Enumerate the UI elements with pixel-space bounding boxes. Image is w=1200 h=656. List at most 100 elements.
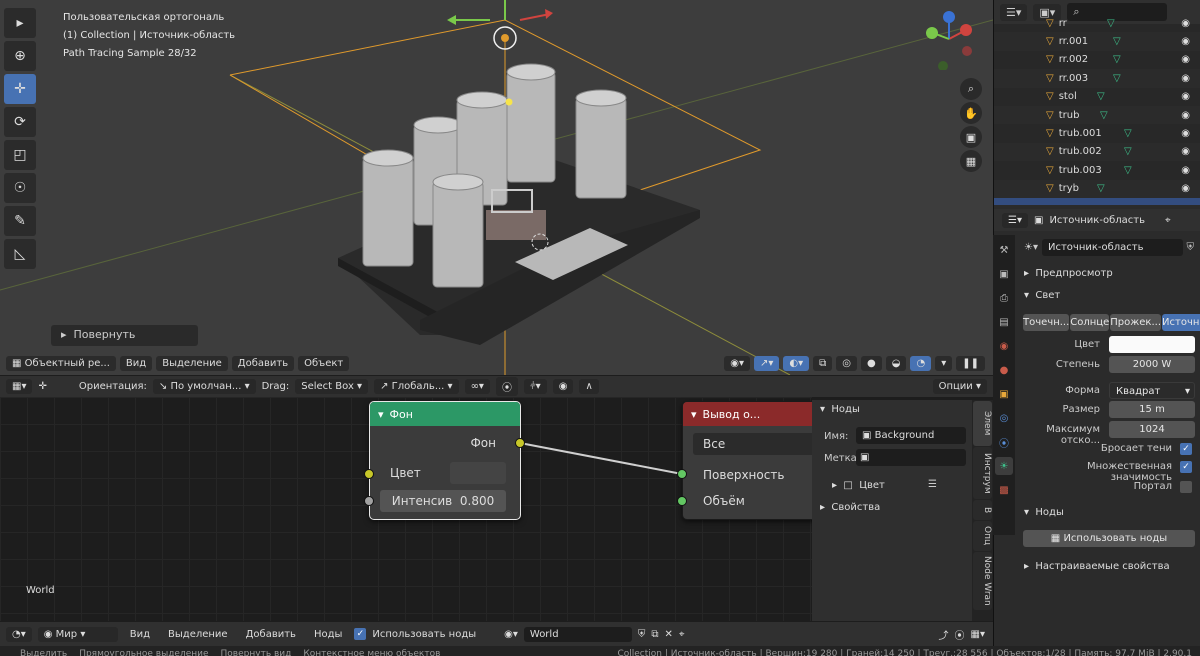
menu-select[interactable]: Выделение [156, 356, 228, 371]
light-type-point[interactable]: Точечн... [1023, 314, 1070, 331]
camera-icon[interactable]: ▣ [960, 126, 982, 148]
menu-add[interactable]: Добавить [231, 356, 295, 371]
light-name-field[interactable]: Источник-область [1041, 238, 1183, 256]
visibility-eye-icon[interactable]: ◉ [1181, 91, 1190, 102]
background-output-socket[interactable] [515, 438, 525, 448]
light-data-tab-icon[interactable]: ☀ [995, 457, 1013, 475]
node-editor-canvas[interactable]: ▾ Фон Фон Цвет Интенсив 0.800 ▾ Вывод о.… [0, 397, 812, 621]
orientation-dropdown[interactable]: ↘ По умолчан... ▾ [152, 379, 256, 394]
outliner-item[interactable]: ▽ trub.002 ▽ ◉ [994, 142, 1200, 162]
redo-panel[interactable]: ▸ Повернуть [51, 325, 198, 346]
menu-node[interactable]: Ноды [308, 627, 348, 642]
menu-object[interactable]: Объект [298, 356, 350, 371]
surface-input-socket[interactable] [677, 469, 687, 479]
pan-hand-icon[interactable]: ✋ [960, 102, 982, 124]
light-type-spot[interactable]: Прожек... [1110, 314, 1162, 331]
pivot-dropdown[interactable]: ↗ Глобаль... ▾ [374, 379, 459, 394]
zoom-icon[interactable]: ⌕ [960, 78, 982, 100]
shading-material-icon[interactable]: ◒ [885, 356, 907, 371]
color-subpanel[interactable]: ▸ □ Цвет [832, 480, 885, 491]
menu-select[interactable]: Выделение [162, 627, 234, 642]
annotate-icon[interactable]: ✎ [4, 206, 36, 236]
object-tab-icon[interactable]: ▣ [995, 385, 1013, 403]
strength-input-socket[interactable] [364, 496, 374, 506]
light-type-sun[interactable]: Солнце [1070, 314, 1110, 331]
outliner-item[interactable]: ▽ tryb ▽ ◉ [994, 179, 1200, 198]
outliner-item[interactable]: ▽ rr.003 ▽ ◉ [994, 69, 1200, 88]
mode-dropdown[interactable]: ▦ Объектный ре... [6, 356, 116, 371]
world-tab-icon[interactable]: ● [995, 361, 1013, 379]
visibility-eye-icon[interactable]: ◉ [1181, 183, 1190, 194]
grid-icon[interactable]: ▦ [960, 150, 982, 172]
proportional-icon[interactable]: ◉ [552, 379, 574, 394]
pin-icon[interactable]: ⌖ [1165, 215, 1171, 226]
outliner-item[interactable]: ▽ rr.002 ▽ ◉ [994, 51, 1200, 69]
world-output-node[interactable]: ▾ Вывод о... Все Поверхность Объём [682, 401, 812, 520]
shading-solid-icon[interactable]: ● [861, 356, 882, 371]
size-field[interactable]: 15 m [1109, 401, 1195, 418]
tab-item[interactable]: Элем [973, 401, 992, 446]
shading-dropdown-icon[interactable]: ▾ [935, 356, 953, 371]
background-node[interactable]: ▾ Фон Фон Цвет Интенсив 0.800 [369, 401, 521, 520]
outliner-item[interactable]: ▽ stol ▽ ◉ [994, 88, 1200, 106]
visibility-eye-icon[interactable]: ◉ [1181, 128, 1190, 139]
scale-icon[interactable]: ◰ [4, 140, 36, 170]
output-tab-icon[interactable]: ⎙ [995, 289, 1013, 307]
light-type-area[interactable]: Источн... [1162, 314, 1200, 331]
max-bounces-field[interactable]: 1024 [1109, 421, 1195, 438]
move-tool-icon[interactable]: ✛ [38, 381, 46, 392]
volume-input-socket[interactable] [677, 496, 687, 506]
shape-dropdown[interactable]: Квадрат ▾ [1109, 382, 1195, 399]
light-color-swatch[interactable] [1109, 336, 1195, 353]
visibility-eye-icon[interactable]: ◉ [1181, 73, 1190, 84]
3d-viewport[interactable]: Пользовательская ортогональ (1) Collecti… [0, 0, 993, 375]
editor-type-icon[interactable]: ◔▾ [6, 626, 32, 642]
measure-icon[interactable]: ◺ [4, 239, 36, 269]
node-label-field[interactable]: ▣ [856, 449, 966, 466]
color-swatch[interactable] [450, 462, 506, 484]
list-icon[interactable]: ☰ [928, 479, 937, 490]
custom-properties-section[interactable]: ▸ Настраиваемые свойства [1024, 561, 1170, 572]
light-section[interactable]: ▾ Свет [1024, 290, 1060, 301]
preview-section[interactable]: ▸ Предпросмотр [1024, 268, 1113, 279]
tool-tab-icon[interactable]: ⚒ [995, 241, 1013, 259]
outliner-item[interactable]: ▽ rr.001 ▽ ◉ [994, 32, 1200, 51]
snap-target-icon[interactable]: ⫩▾ [523, 379, 547, 394]
tab-view[interactable]: В [973, 500, 992, 520]
unlink-icon[interactable]: ✕ [665, 629, 673, 640]
link-icon[interactable]: ∞▾ [464, 379, 490, 394]
texture-tab-icon[interactable]: ▩ [995, 481, 1013, 499]
falloff-icon[interactable]: ∧ [579, 379, 599, 394]
power-field[interactable]: 2000 W [1109, 356, 1195, 373]
xray-icon[interactable]: ⧉ [813, 356, 833, 371]
visibility-eye-icon[interactable]: ◉ [1181, 110, 1190, 121]
constraints-tab-icon[interactable]: ⦿ [995, 433, 1013, 451]
portal-checkbox[interactable] [1180, 481, 1192, 493]
world-name-field[interactable]: World [523, 626, 632, 642]
overlays-icon[interactable]: ◐▾ [783, 356, 810, 371]
shader-type-dropdown[interactable]: ◉ Мир ▾ [37, 626, 118, 642]
cast-shadow-checkbox[interactable]: ✓ [1180, 443, 1192, 455]
nodes-section[interactable]: ▾ Ноды [1024, 507, 1064, 518]
node-name-field[interactable]: ▣ Background [856, 427, 966, 444]
snap-icon[interactable]: ⦿ [495, 377, 518, 396]
parent-icon[interactable]: ⤴ [939, 627, 949, 642]
tab-tool[interactable]: Инструм [973, 447, 992, 499]
properties-section-header[interactable]: ▸ Свойства [820, 502, 880, 513]
navigation-gizmo[interactable] [918, 8, 980, 71]
background-node-header[interactable]: ▾ Фон [370, 402, 520, 426]
pause-icon[interactable]: ❚❚ [956, 356, 985, 371]
shading-rendered-icon[interactable]: ◔ [910, 356, 932, 371]
visibility-eye-icon[interactable]: ◉ [1181, 146, 1190, 157]
drag-dropdown[interactable]: Select Box ▾ [295, 379, 369, 394]
outliner-item[interactable]: ▽ trub.003 ▽ ◉ [994, 161, 1200, 179]
options-dropdown[interactable]: Опции ▾ [932, 379, 987, 394]
cursor-icon[interactable]: ⊕ [4, 41, 36, 71]
visibility-eye-icon[interactable]: ◉ [1181, 54, 1190, 65]
pin-icon[interactable]: ⌖ [679, 629, 685, 640]
outliner-item[interactable]: ▽ trub.001 ▽ ◉ [994, 124, 1200, 142]
move-icon[interactable]: ✛ [4, 74, 36, 104]
menu-view[interactable]: Вид [119, 356, 153, 371]
outliner-item[interactable]: ▽ trub ▽ ◉ [994, 105, 1200, 125]
multiple-importance-checkbox[interactable]: ✓ [1180, 461, 1192, 473]
